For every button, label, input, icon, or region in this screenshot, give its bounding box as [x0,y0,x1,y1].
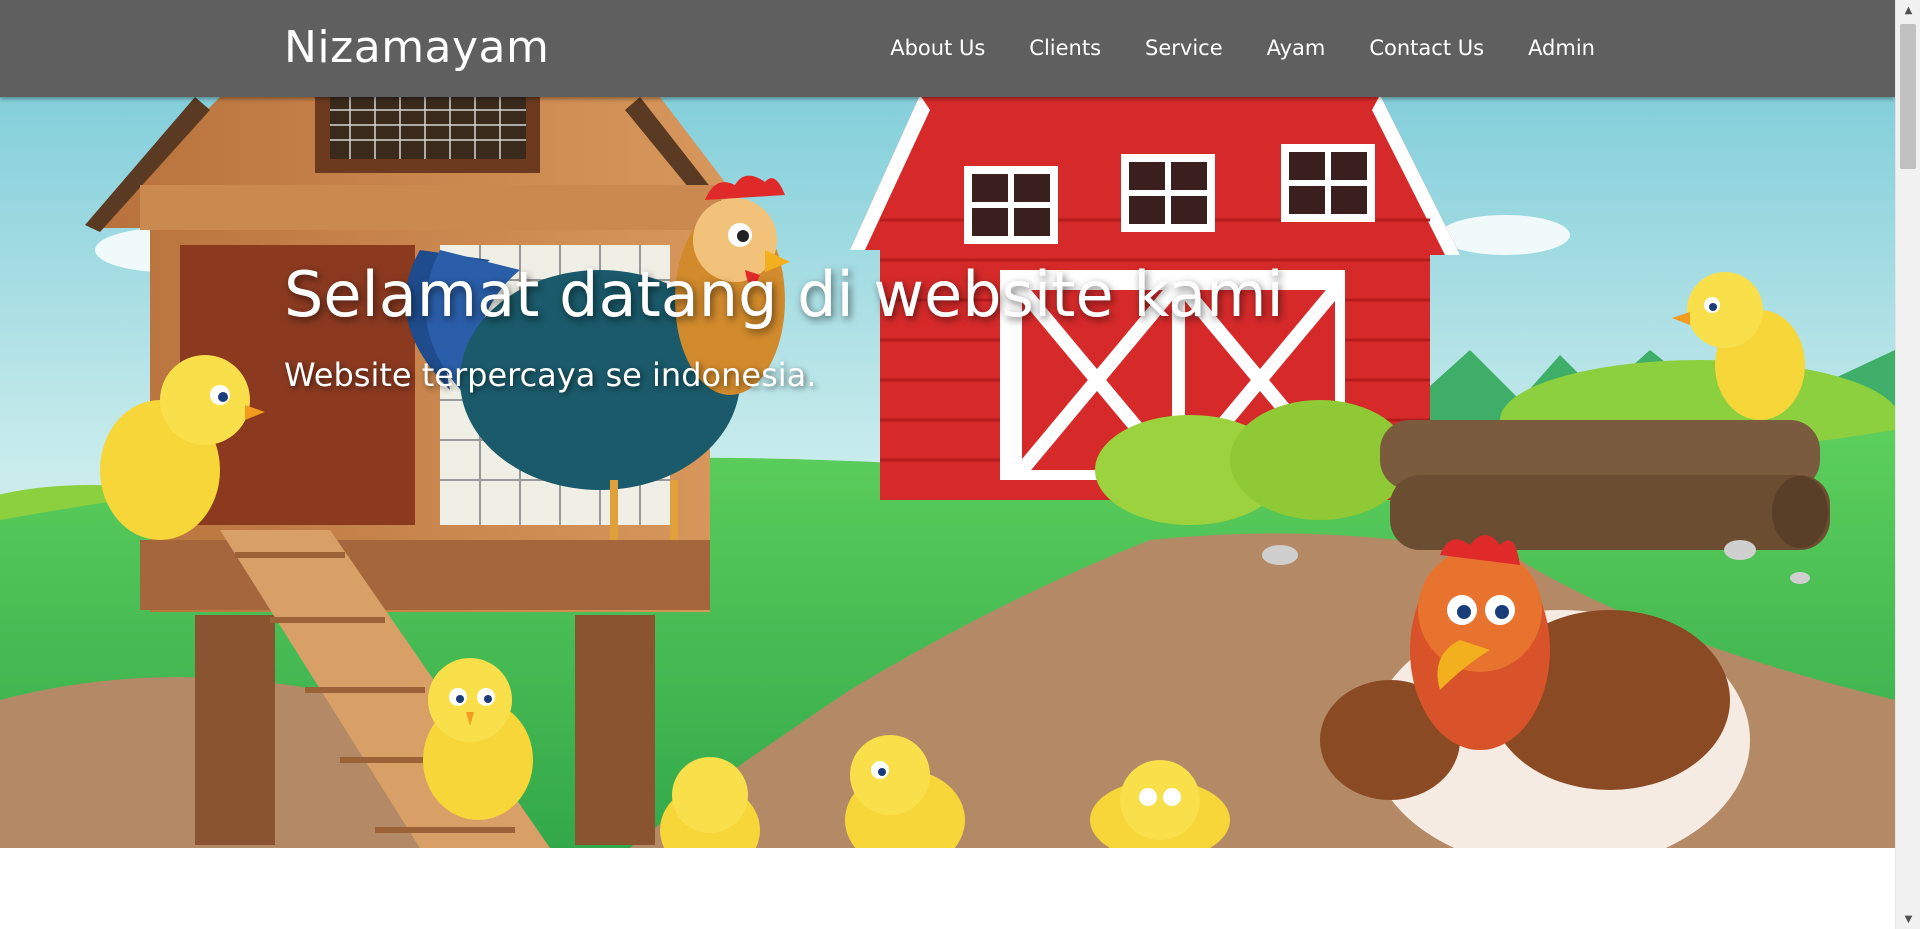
hero-title: Selamat datang di website kami [284,258,1284,331]
navbar: Nizamayam About Us Clients Service Ayam … [0,0,1895,97]
nav-link-contact-us[interactable]: Contact Us [1369,36,1484,60]
hero-subtitle: Website terpercaya se indonesia. [284,356,817,394]
triangle-down-icon[interactable]: ▼ [1896,909,1920,929]
log [1380,420,1830,550]
nav-link-ayam[interactable]: Ayam [1267,36,1326,60]
page: Selamat datang di website kami Website t… [0,0,1895,929]
nav-link-service[interactable]: Service [1145,36,1223,60]
triangle-up-icon[interactable]: ▲ [1896,0,1920,20]
nav-link-about-us[interactable]: About Us [890,36,985,60]
vertical-scrollbar[interactable]: ▲ ▼ [1895,0,1920,929]
scrollbar-thumb[interactable] [1900,24,1916,169]
main-nav: About Us Clients Service Ayam Contact Us… [890,36,1595,60]
farm-illustration [0,0,1895,848]
brand-logo[interactable]: Nizamayam [284,22,549,73]
nav-link-clients[interactable]: Clients [1029,36,1101,60]
hero-banner: Selamat datang di website kami Website t… [0,0,1895,848]
nav-link-admin[interactable]: Admin [1528,36,1595,60]
